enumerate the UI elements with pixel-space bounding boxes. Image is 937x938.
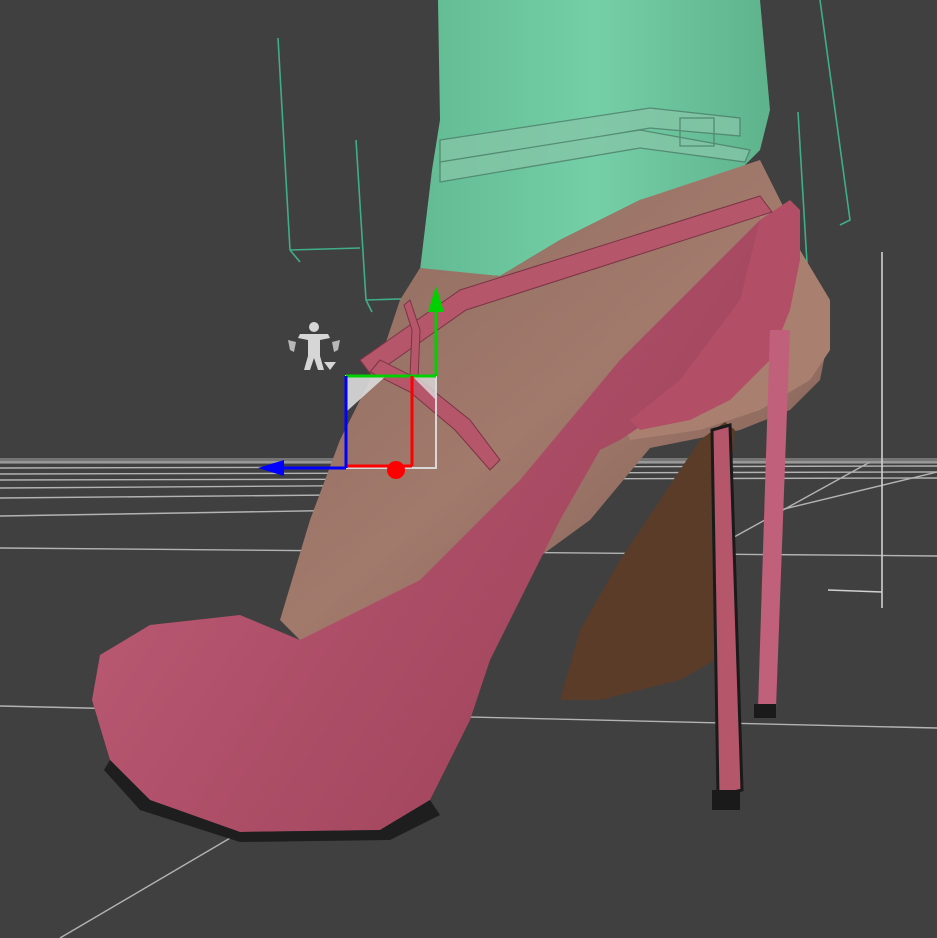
gizmo-x-handle[interactable] [387,461,405,479]
3d-viewport[interactable] [0,0,937,938]
